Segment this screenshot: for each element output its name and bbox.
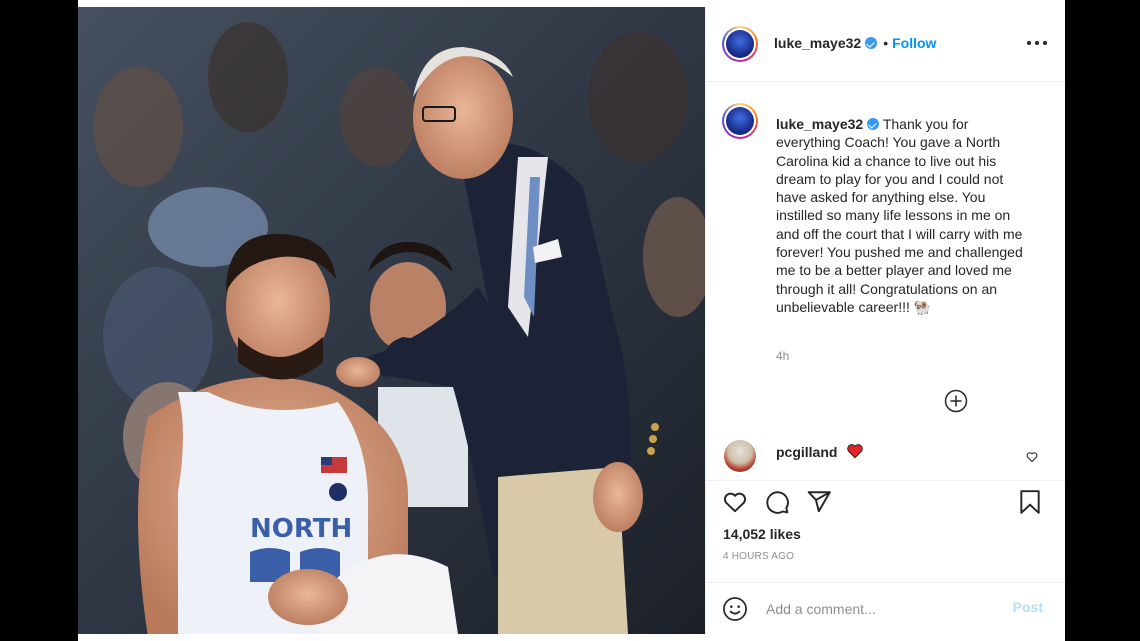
jersey-text: NORTH [250, 514, 352, 544]
photo-illustration: NORTH [78, 7, 705, 634]
comment-input[interactable] [764, 597, 998, 621]
caption-time[interactable]: 4h [776, 349, 789, 363]
verified-icon [867, 118, 880, 130]
caption-username[interactable]: luke_maye32 [776, 116, 863, 132]
plus-circle-icon[interactable] [944, 389, 968, 413]
commenter-username[interactable]: pcgilland [776, 444, 837, 460]
likes-count[interactable]: 14,052 likes [723, 526, 801, 542]
caption-avatar[interactable] [722, 103, 758, 139]
share-icon[interactable] [806, 489, 832, 515]
post-header: luke_maye32 • Follow [706, 7, 1065, 82]
post-timestamp[interactable]: 4 HOURS AGO [723, 551, 794, 562]
post-actions: 14,052 likes 4 HOURS AGO Post [706, 480, 1065, 635]
heart-icon[interactable] [722, 489, 748, 515]
emoji-icon[interactable] [722, 596, 748, 622]
letterbox-left [0, 0, 78, 641]
red-heart-emoji-icon [846, 442, 864, 465]
commenter-avatar[interactable] [724, 440, 756, 472]
author-username[interactable]: luke_maye32 [774, 35, 861, 51]
comment-like-heart-icon[interactable] [1026, 450, 1038, 468]
caption-text-block: luke_maye32 Thank you for everything Coa… [776, 115, 1026, 316]
caption-text: Thank you for everything Coach! You gave… [776, 116, 1023, 315]
bookmark-icon[interactable] [1017, 489, 1043, 515]
comment-item: pcgilland [706, 438, 1065, 482]
follow-button[interactable]: Follow [892, 35, 936, 51]
separator-dot: • [883, 35, 889, 51]
more-options-icon[interactable] [1027, 37, 1047, 49]
post-comment-button[interactable]: Post [1013, 599, 1043, 615]
post-panel: luke_maye32 • Follow luke_maye32 Thank you… [705, 7, 1065, 634]
verified-icon [865, 37, 878, 49]
letterbox-right [1065, 0, 1140, 641]
author-avatar[interactable] [722, 26, 758, 62]
comment-icon[interactable] [764, 489, 790, 515]
caption-area: luke_maye32 Thank you for everything Coa… [706, 81, 1065, 436]
comment-form: Post [706, 582, 1065, 636]
instagram-post: NORTH luke_maye32 • Follow luke_maye32 T… [78, 7, 1065, 634]
post-photo[interactable]: NORTH [78, 7, 705, 634]
author-line: luke_maye32 • Follow [774, 35, 936, 53]
